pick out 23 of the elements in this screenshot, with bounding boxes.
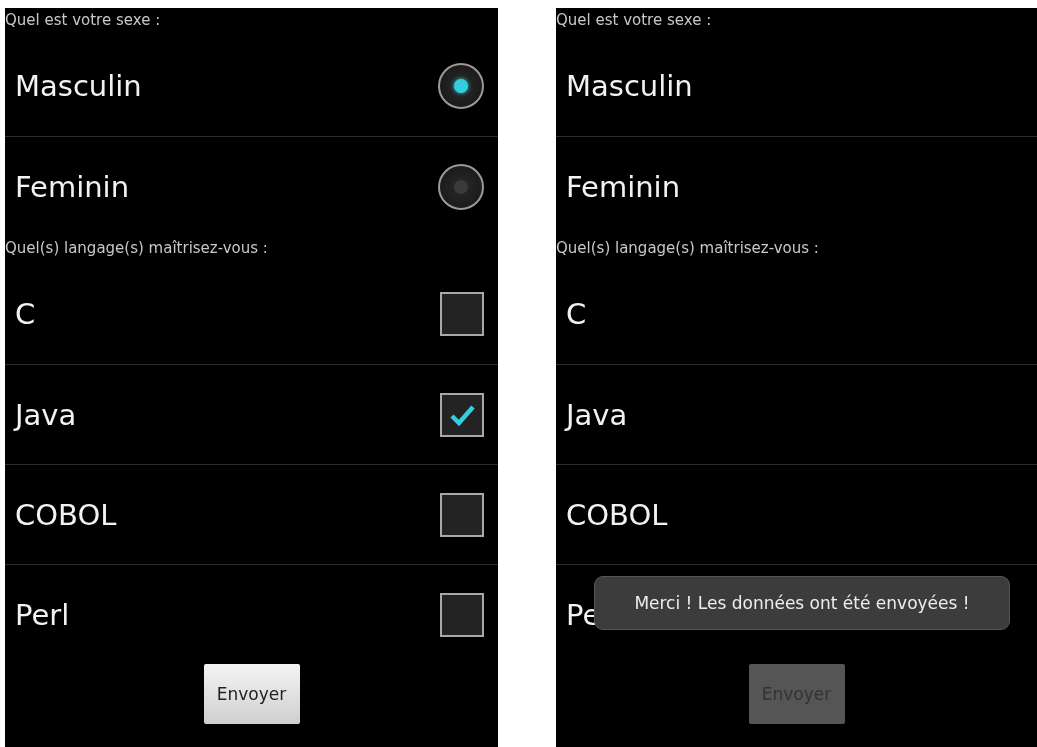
question-label: Quel est votre sexe : <box>5 11 161 29</box>
checkbox-label[interactable]: COBOL <box>15 497 117 532</box>
send-button[interactable]: Envoyer <box>203 664 300 724</box>
checkbox-label[interactable]: Java <box>566 397 628 432</box>
radio-label[interactable]: Masculin <box>566 69 693 103</box>
radio-button[interactable] <box>438 163 484 210</box>
radio-label[interactable]: Feminin <box>566 169 681 204</box>
radio-label[interactable]: Feminin <box>15 169 130 204</box>
question-label: Quel est votre sexe : <box>556 11 712 29</box>
checkbox-label[interactable]: C <box>15 297 36 331</box>
checkbox[interactable] <box>440 292 484 336</box>
question-label: Quel(s) langage(s) maîtrisez-vous : <box>556 239 819 257</box>
checkbox-label[interactable]: C <box>566 297 587 331</box>
checkbox-label[interactable]: COBOL <box>566 497 668 532</box>
checkbox-label[interactable]: Java <box>15 397 77 432</box>
question-label: Quel(s) langage(s) maîtrisez-vous : <box>5 239 268 257</box>
radio-label[interactable]: Masculin <box>15 69 142 103</box>
checkbox[interactable] <box>440 492 484 537</box>
checkbox-label[interactable]: Perl <box>15 597 70 632</box>
checkbox[interactable] <box>440 592 484 637</box>
checkbox[interactable] <box>440 392 484 437</box>
message-toast: Merci ! Les données ont été envoyées ! <box>594 576 1010 630</box>
radio-button[interactable] <box>438 63 484 109</box>
